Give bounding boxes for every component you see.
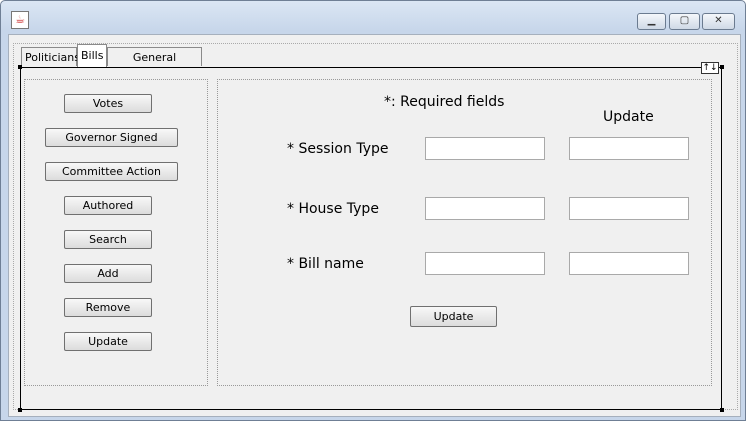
resize-handle[interactable] [18,408,22,412]
bills-tab-panel: ↑↓ Votes Governor Signed Committee Actio… [18,62,724,412]
house-type-label: * House Type [287,201,379,217]
add-button[interactable]: Add [64,264,152,283]
required-fields-note: *: Required fields [384,94,505,110]
close-icon: ✕ [714,15,723,26]
client-area: Politicians Bills General Assembly ↑↓ Vo… [8,34,741,417]
authored-button[interactable]: Authored [64,196,152,215]
bill-name-input[interactable] [425,252,545,275]
actions-panel: Votes Governor Signed Committee Action A… [24,79,208,386]
resize-handle[interactable] [720,408,724,412]
house-type-update-input[interactable] [569,197,689,220]
update-left-button[interactable]: Update [64,332,152,351]
tab-politicians[interactable]: Politicians [21,47,80,66]
maximize-icon: ▢ [679,15,690,26]
remove-button[interactable]: Remove [64,298,152,317]
update-column-header: Update [603,109,654,125]
maximize-button[interactable]: ▢ [669,13,700,30]
update-submit-button[interactable]: Update [410,306,497,327]
house-type-input[interactable] [425,197,545,220]
resize-handle[interactable] [720,65,724,69]
java-icon[interactable]: ☕ [11,11,29,29]
resize-handle[interactable] [18,65,22,69]
tab-bills[interactable]: Bills [77,44,107,67]
search-button[interactable]: Search [64,230,152,249]
minimize-icon: ▁ [647,15,656,26]
close-button[interactable]: ✕ [702,13,735,30]
bill-form-panel: *: Required fields Update * Session Type… [217,79,712,386]
sort-arrows-icon[interactable]: ↑↓ [701,62,719,74]
votes-button[interactable]: Votes [64,94,152,113]
tab-general-assembly[interactable]: General Assembly [107,47,202,83]
title-bar[interactable]: ☕ ▁ ▢ ✕ [1,1,745,35]
bill-name-update-input[interactable] [569,252,689,275]
session-type-input[interactable] [425,137,545,160]
app-window: ☕ ▁ ▢ ✕ Politicians Bills General Assemb… [0,0,746,421]
committee-action-button[interactable]: Committee Action [45,162,178,181]
session-type-update-input[interactable] [569,137,689,160]
minimize-button[interactable]: ▁ [637,13,666,30]
governor-signed-button[interactable]: Governor Signed [45,128,178,147]
bill-name-label: * Bill name [287,256,364,272]
session-type-label: * Session Type [287,141,389,157]
